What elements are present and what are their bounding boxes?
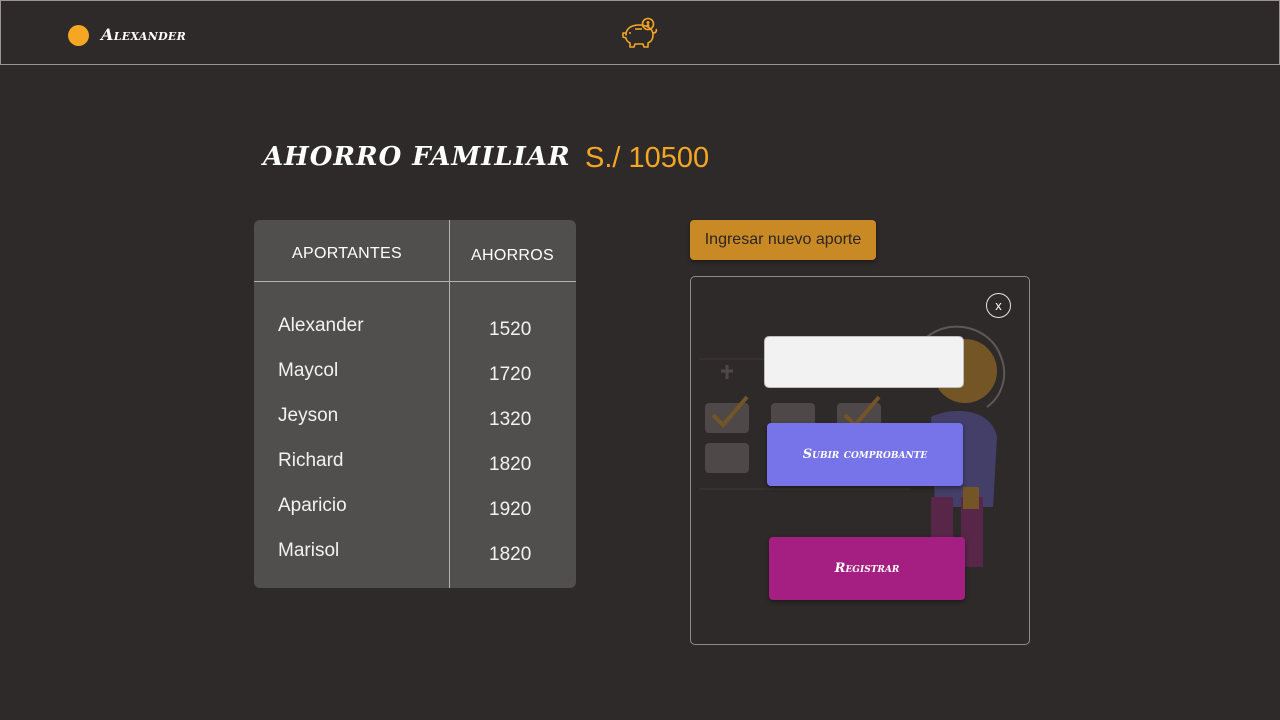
user-name[interactable]: Alexander <box>101 25 186 44</box>
column-divider <box>449 220 450 588</box>
total-savings: S./ 10500 <box>585 142 710 174</box>
contributor-name: Maycol <box>278 360 339 381</box>
contributor-name: Jeyson <box>278 405 339 426</box>
header-divider <box>254 281 576 282</box>
contributor-name: Marisol <box>278 540 340 561</box>
contribution-modal: x Subir comprobante Registrar <box>690 276 1030 645</box>
contributor-amount: 1820 <box>489 544 532 565</box>
new-contribution-button[interactable]: Ingresar nuevo aporte <box>690 220 876 260</box>
contributor-amount: 1320 <box>489 409 532 430</box>
upload-receipt-button[interactable]: Subir comprobante <box>767 423 963 486</box>
contributor-amount: 1520 <box>489 319 532 340</box>
contributors-table: APORTANTES AHORROS Alexander 1520 Maycol… <box>254 220 576 588</box>
column-header-savings: AHORROS <box>471 247 554 264</box>
column-header-contributors: APORTANTES <box>292 245 402 262</box>
page-title: AHORRO FAMILIAR <box>263 142 571 172</box>
register-button[interactable]: Registrar <box>769 537 965 600</box>
contributor-name: Aparicio <box>278 495 347 516</box>
contributor-name: Richard <box>278 450 344 471</box>
contributor-amount: 1720 <box>489 364 532 385</box>
top-bar: Alexander <box>0 0 1280 65</box>
user-status-dot <box>68 25 89 46</box>
close-modal-button[interactable]: x <box>986 293 1011 318</box>
piggy-bank-icon[interactable] <box>620 16 660 52</box>
contribution-amount-input[interactable] <box>764 336 964 388</box>
contributor-name: Alexander <box>278 315 364 336</box>
contributor-amount: 1920 <box>489 499 532 520</box>
contributor-amount: 1820 <box>489 454 532 475</box>
